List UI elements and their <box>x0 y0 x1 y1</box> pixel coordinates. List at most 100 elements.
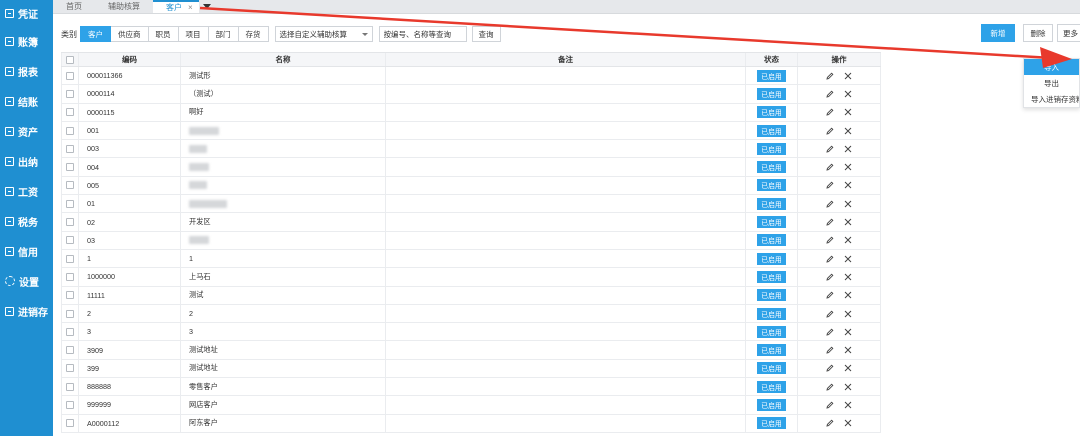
row-checkbox[interactable] <box>66 218 74 227</box>
sidebar-item-5[interactable]: 出纳 <box>0 146 53 176</box>
menu-item-import[interactable]: 导入 <box>1024 59 1079 75</box>
status-badge[interactable]: 已启用 <box>757 252 786 265</box>
edit-pencil-icon[interactable] <box>826 145 834 153</box>
row-checkbox[interactable] <box>66 309 74 318</box>
edit-pencil-icon[interactable] <box>826 383 834 391</box>
edit-pencil-icon[interactable] <box>826 236 834 244</box>
delete-x-icon[interactable] <box>844 328 852 336</box>
status-badge[interactable]: 已启用 <box>757 307 786 320</box>
edit-pencil-icon[interactable] <box>826 108 834 116</box>
row-checkbox[interactable] <box>66 126 74 135</box>
delete-x-icon[interactable] <box>844 90 852 98</box>
tab-dropdown[interactable] <box>199 0 215 13</box>
menu-item-export[interactable]: 导出 <box>1024 75 1079 91</box>
status-badge[interactable]: 已启用 <box>757 398 786 411</box>
row-checkbox[interactable] <box>66 236 74 245</box>
status-badge[interactable]: 已启用 <box>757 161 786 174</box>
edit-pencil-icon[interactable] <box>826 346 834 354</box>
status-badge[interactable]: 已启用 <box>757 417 786 430</box>
sidebar-item-1[interactable]: 账簿 <box>0 26 53 56</box>
edit-pencil-icon[interactable] <box>826 255 834 263</box>
row-checkbox[interactable] <box>66 346 74 355</box>
delete-x-icon[interactable] <box>844 236 852 244</box>
delete-x-icon[interactable] <box>844 310 852 318</box>
more-button[interactable]: 更多 <box>1057 24 1080 42</box>
edit-pencil-icon[interactable] <box>826 291 834 299</box>
status-badge[interactable]: 已启用 <box>757 362 786 375</box>
edit-pencil-icon[interactable] <box>826 127 834 135</box>
delete-x-icon[interactable] <box>844 273 852 281</box>
row-checkbox[interactable] <box>66 108 74 117</box>
row-checkbox[interactable] <box>66 291 74 300</box>
delete-x-icon[interactable] <box>844 419 852 427</box>
delete-x-icon[interactable] <box>844 72 852 80</box>
row-checkbox[interactable] <box>66 254 74 263</box>
edit-pencil-icon[interactable] <box>826 200 834 208</box>
status-badge[interactable]: 已启用 <box>757 270 786 283</box>
status-badge[interactable]: 已启用 <box>757 325 786 338</box>
category-button-3[interactable]: 项目 <box>178 26 209 42</box>
edit-pencil-icon[interactable] <box>826 310 834 318</box>
sidebar-item-2[interactable]: 报表 <box>0 56 53 86</box>
row-checkbox[interactable] <box>66 199 74 208</box>
category-button-4[interactable]: 部门 <box>208 26 239 42</box>
delete-x-icon[interactable] <box>844 127 852 135</box>
query-button[interactable]: 查询 <box>471 26 501 42</box>
sidebar-item-4[interactable]: 资产 <box>0 116 53 146</box>
category-button-5[interactable]: 存货 <box>238 26 269 42</box>
status-badge[interactable]: 已启用 <box>757 124 786 137</box>
category-button-2[interactable]: 职员 <box>148 26 179 42</box>
search-input[interactable] <box>378 26 467 42</box>
delete-x-icon[interactable] <box>844 218 852 226</box>
custom-auxiliary-select[interactable]: 选择自定义辅助核算 <box>274 26 373 42</box>
delete-x-icon[interactable] <box>844 108 852 116</box>
edit-pencil-icon[interactable] <box>826 328 834 336</box>
status-badge[interactable]: 已启用 <box>757 179 786 192</box>
status-badge[interactable]: 已启用 <box>757 106 786 119</box>
tab-auxiliary-accounting[interactable]: 辅助核算 <box>95 0 153 13</box>
status-badge[interactable]: 已启用 <box>757 380 786 393</box>
status-badge[interactable]: 已启用 <box>757 69 786 82</box>
sidebar-item-10[interactable]: 进销存 <box>0 296 53 326</box>
delete-x-icon[interactable] <box>844 401 852 409</box>
row-checkbox[interactable] <box>66 89 74 98</box>
status-badge[interactable]: 已启用 <box>757 344 786 357</box>
edit-pencil-icon[interactable] <box>826 181 834 190</box>
edit-pencil-icon[interactable] <box>826 72 834 80</box>
edit-pencil-icon[interactable] <box>826 401 834 409</box>
status-badge[interactable]: 已启用 <box>757 142 786 155</box>
tab-customer[interactable]: 客户 × <box>153 0 199 13</box>
edit-pencil-icon[interactable] <box>826 90 834 98</box>
tab-home[interactable]: 首页 <box>53 0 95 13</box>
category-button-1[interactable]: 供应商 <box>111 26 149 42</box>
delete-x-icon[interactable] <box>844 346 852 354</box>
sidebar-item-8[interactable]: 信用 <box>0 236 53 266</box>
delete-x-icon[interactable] <box>844 255 852 263</box>
close-icon[interactable]: × <box>188 3 193 12</box>
row-checkbox[interactable] <box>66 419 74 428</box>
edit-pencil-icon[interactable] <box>826 218 834 226</box>
select-all-checkbox[interactable] <box>66 55 74 64</box>
sidebar-item-6[interactable]: 工资 <box>0 176 53 206</box>
delete-x-icon[interactable] <box>844 163 852 171</box>
status-badge[interactable]: 已启用 <box>757 234 786 247</box>
row-checkbox[interactable] <box>66 71 74 80</box>
edit-pencil-icon[interactable] <box>826 163 834 171</box>
row-checkbox[interactable] <box>66 144 74 153</box>
edit-pencil-icon[interactable] <box>826 419 834 427</box>
status-badge[interactable]: 已启用 <box>757 216 786 229</box>
edit-pencil-icon[interactable] <box>826 273 834 281</box>
edit-pencil-icon[interactable] <box>826 364 834 373</box>
row-checkbox[interactable] <box>66 364 74 373</box>
delete-x-icon[interactable] <box>844 291 852 299</box>
sidebar-item-7[interactable]: 税务 <box>0 206 53 236</box>
row-checkbox[interactable] <box>66 382 74 391</box>
menu-item-import-inventory[interactable]: 导入进销存资料 <box>1024 91 1079 107</box>
new-button[interactable]: 新增 <box>981 24 1015 42</box>
row-checkbox[interactable] <box>66 163 74 172</box>
row-checkbox[interactable] <box>66 400 74 409</box>
delete-x-icon[interactable] <box>844 145 852 153</box>
row-checkbox[interactable] <box>66 181 74 190</box>
sidebar-item-3[interactable]: 结账 <box>0 86 53 116</box>
delete-x-icon[interactable] <box>844 181 852 189</box>
